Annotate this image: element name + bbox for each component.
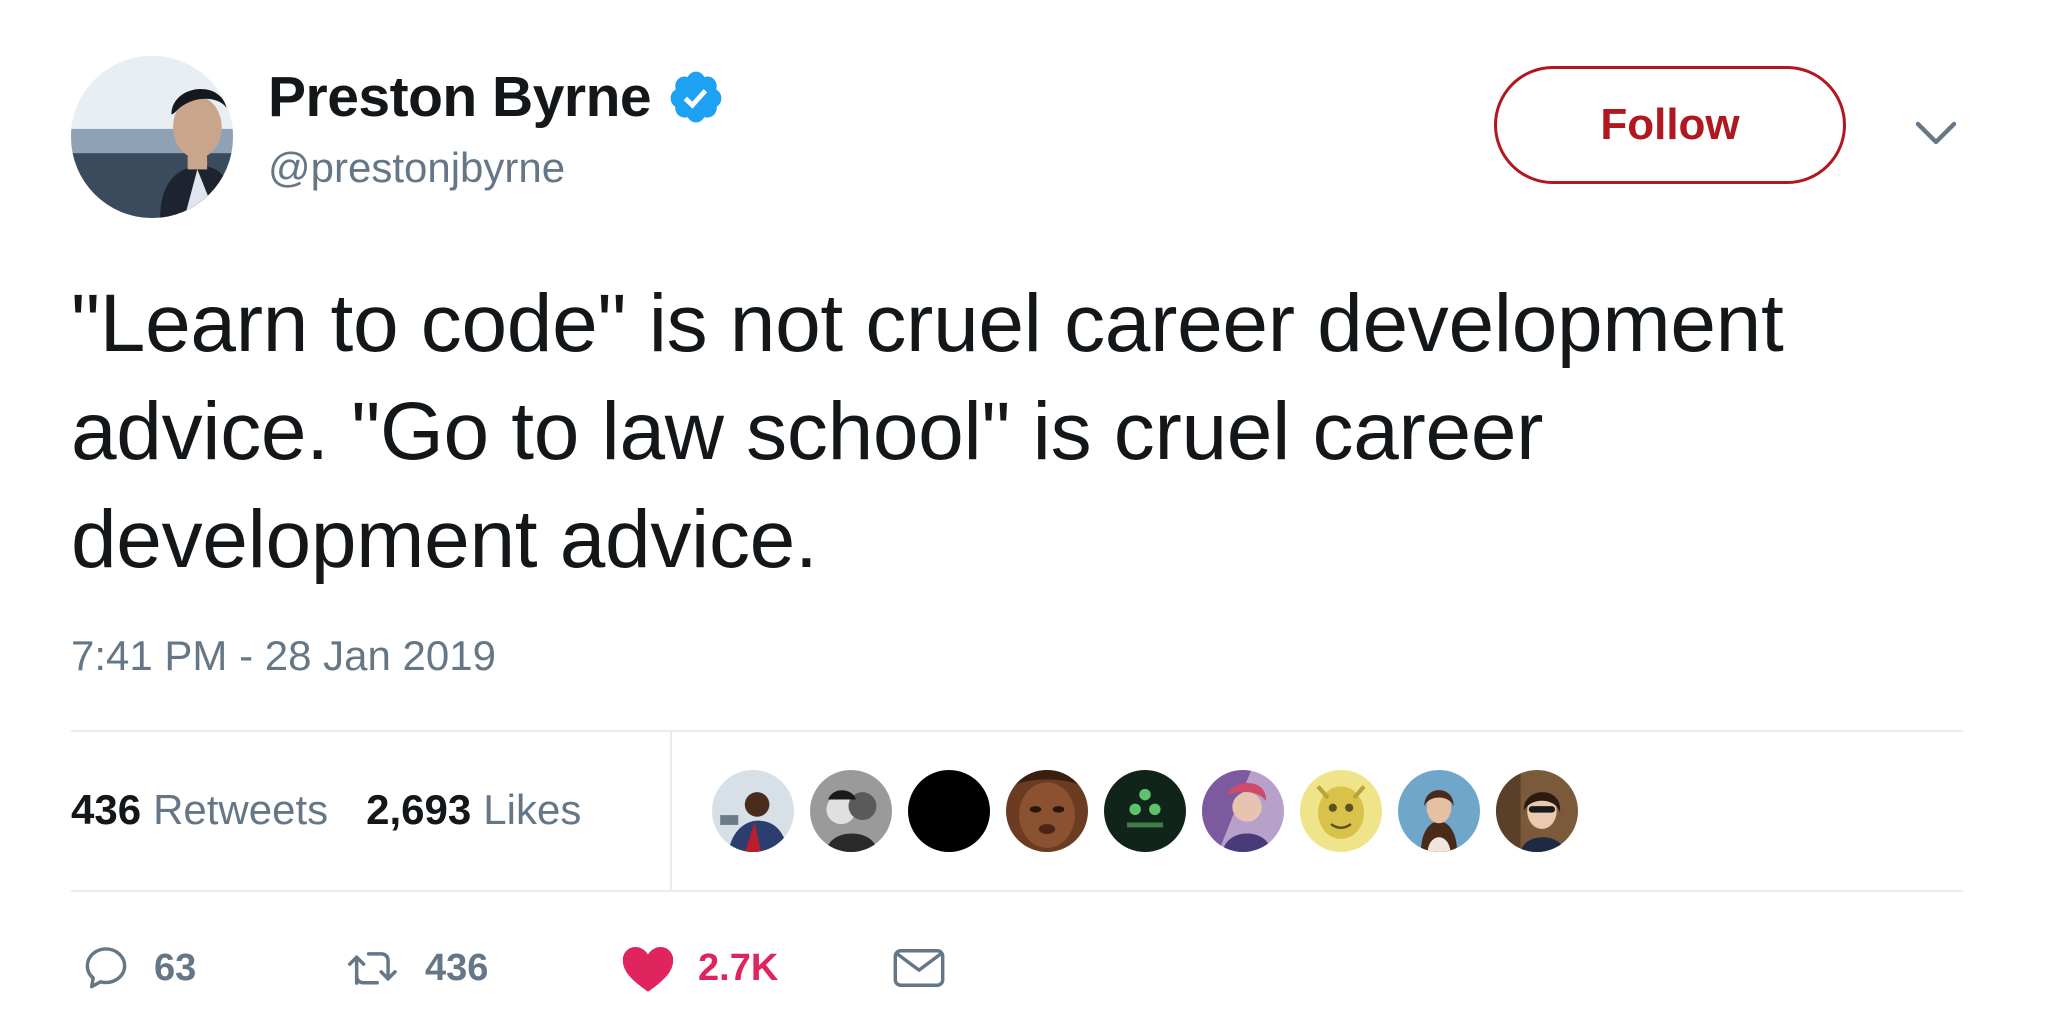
liker-avatar-3-icon [908, 770, 990, 852]
liker-avatar[interactable] [1202, 770, 1284, 852]
likes-stat[interactable]: 2,693 Likes [366, 786, 581, 834]
stats-divider [670, 732, 672, 890]
liker-avatar[interactable] [1104, 770, 1186, 852]
liker-avatar-2-icon [810, 770, 892, 852]
liker-avatar-4-icon [1006, 770, 1088, 852]
likers-avatars [712, 770, 1578, 852]
retweet-icon [347, 952, 397, 985]
retweet-count: 436 [425, 946, 489, 989]
liker-avatar[interactable] [810, 770, 892, 852]
reply-count: 63 [154, 946, 197, 989]
liker-avatar[interactable] [1398, 770, 1480, 852]
follow-button[interactable]: Follow [1494, 66, 1846, 184]
liker-avatar[interactable] [1300, 770, 1382, 852]
heart-icon [622, 947, 674, 992]
envelope-icon [893, 949, 945, 987]
direct-message-button[interactable] [891, 940, 947, 996]
divider [71, 890, 1963, 892]
liker-avatar-9-icon [1496, 770, 1578, 852]
retweets-stat[interactable]: 436 Retweets [71, 786, 328, 834]
chevron-down-icon[interactable] [1912, 112, 1960, 152]
profile-photo-icon [71, 56, 233, 218]
like-button[interactable]: 2.7K [620, 940, 778, 996]
likes-label: Likes [483, 786, 582, 833]
likes-count: 2,693 [366, 786, 472, 833]
liker-avatar-8-icon [1398, 770, 1480, 852]
author-name-row: Preston Byrne [268, 62, 725, 132]
liker-avatar-7-icon [1300, 770, 1382, 852]
tweet-stats: 436 Retweets 2,693 Likes [71, 780, 581, 840]
liker-avatar-1-icon [712, 770, 794, 852]
tweet-timestamp[interactable]: 7:41 PM - 28 Jan 2019 [71, 632, 496, 680]
retweet-button[interactable]: 436 [345, 940, 488, 996]
tweet-card: Preston Byrne @prestonjbyrne Follow "Lea… [0, 0, 2048, 1034]
author-avatar[interactable] [71, 56, 233, 218]
liker-avatar[interactable] [908, 770, 990, 852]
retweets-count: 436 [71, 786, 142, 833]
author-handle[interactable]: @prestonjbyrne [268, 144, 565, 192]
author-display-name[interactable]: Preston Byrne [268, 64, 652, 130]
liker-avatar[interactable] [712, 770, 794, 852]
divider [71, 730, 1963, 732]
liker-avatar-5-icon [1104, 770, 1186, 852]
like-count: 2.7K [698, 946, 779, 989]
liker-avatar[interactable] [1006, 770, 1088, 852]
reply-icon [85, 947, 127, 989]
liker-avatar-6-icon [1202, 770, 1284, 852]
liker-avatar[interactable] [1496, 770, 1578, 852]
verified-badge-icon [670, 71, 722, 123]
tweet-text: "Learn to code" is not cruel career deve… [71, 278, 1784, 585]
reply-button[interactable]: 63 [80, 940, 196, 996]
retweets-label: Retweets [153, 786, 329, 833]
